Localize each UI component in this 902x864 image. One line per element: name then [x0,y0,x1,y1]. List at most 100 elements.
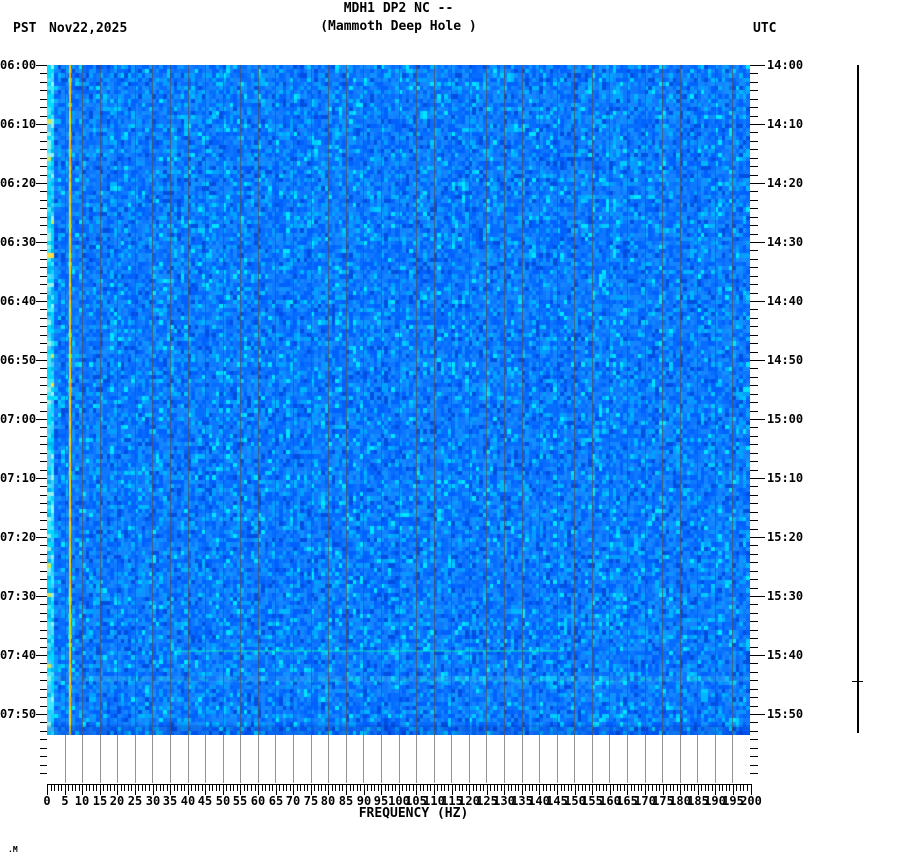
time-tick [40,554,47,555]
time-tick [40,697,47,698]
freq-gridline [715,65,716,783]
freq-gridline [469,65,470,783]
freq-tick [550,784,551,791]
freq-tick [255,784,256,791]
freq-tick [72,784,73,791]
time-tick [750,756,758,757]
freq-tick [149,784,150,791]
time-tick [40,402,47,403]
time-tick [750,588,758,589]
time-tick [750,200,758,201]
freq-tick [251,784,252,791]
time-tick [40,149,47,150]
freq-tick [747,784,748,791]
freq-tick [198,784,199,791]
time-tick [40,385,47,386]
freq-tick [371,784,372,791]
freq-tick [265,784,266,791]
time-label-left: 06:40 [0,294,37,308]
freq-gridline [170,65,171,783]
freq-tick [494,784,495,791]
time-tick [750,141,758,142]
time-tick [750,352,758,353]
time-tick [750,427,758,428]
time-tick [750,503,758,504]
freq-tick [226,784,227,791]
freq-tick [385,784,386,791]
time-tick [750,453,758,454]
freq-tick [641,784,642,791]
time-tick [750,402,758,403]
freq-gridline [451,65,452,783]
freq-gridline [135,65,136,783]
time-tick [750,714,765,715]
time-tick [36,301,47,302]
freq-tick [318,784,319,791]
freq-gridline [539,65,540,783]
freq-gridline [223,65,224,783]
freq-tick [729,784,730,791]
freq-tick [501,784,502,791]
time-tick [40,731,47,732]
time-tick [40,453,47,454]
time-tick [40,562,47,563]
freq-tick [444,784,445,791]
time-tick [36,714,47,715]
time-label-left: 07:10 [0,471,37,485]
time-tick [750,208,758,209]
time-tick [750,478,765,479]
time-tick [750,250,758,251]
time-tick [40,166,47,167]
time-tick [750,765,758,766]
time-tick [750,748,758,749]
freq-tick [599,784,600,791]
freq-tick [290,784,291,791]
freq-tick [666,784,667,791]
freq-tick [631,784,632,791]
time-tick [40,579,47,580]
time-label-left: 07:00 [0,412,37,426]
freq-tick [378,784,379,791]
time-tick [750,360,765,361]
time-tick [40,663,47,664]
time-tick [40,141,47,142]
time-label-right: 15:40 [767,648,804,662]
freq-tick [233,784,234,791]
freq-tick [93,784,94,791]
time-tick [750,301,765,302]
time-tick [36,655,47,656]
freq-tick [230,784,231,791]
freq-tick [473,784,474,791]
freq-tick [350,784,351,791]
freq-tick [79,784,80,791]
x-axis-title: FREQUENCY (HZ) [358,806,469,821]
time-tick [36,360,47,361]
page-title: MDH1 DP2 NC -- [343,1,454,16]
freq-tick [307,784,308,791]
time-tick [750,124,765,125]
freq-tick [437,784,438,791]
time-label-left: 06:00 [0,58,37,72]
time-label-left: 06:50 [0,353,37,367]
freq-tick [624,784,625,791]
time-tick [40,427,47,428]
time-tick [36,183,47,184]
freq-tick [708,784,709,791]
freq-tick [388,784,389,791]
freq-tick [719,784,720,791]
freq-tick [532,784,533,791]
freq-tick [582,784,583,791]
time-tick [750,259,758,260]
freq-tick [620,784,621,791]
time-tick [40,520,47,521]
freq-tick [156,784,157,791]
time-tick [40,773,47,774]
time-tick [40,588,47,589]
freq-tick [585,784,586,791]
time-tick [750,604,758,605]
time-tick [750,309,758,310]
freq-tick [427,784,428,791]
freq-tick [564,784,565,791]
time-tick [40,259,47,260]
time-tick [750,470,758,471]
